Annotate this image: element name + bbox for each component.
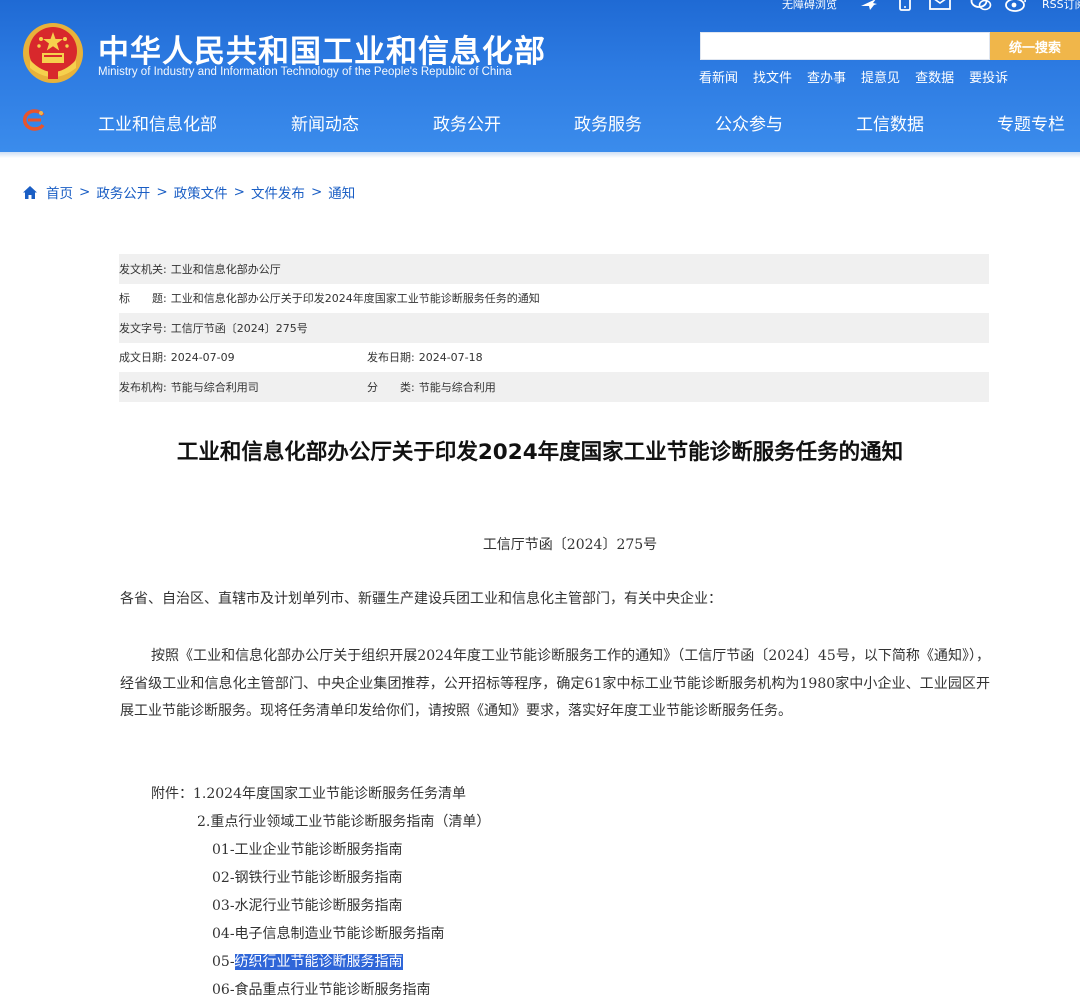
- meta-published-cell: 发布日期: 2024-07-18: [367, 349, 483, 365]
- document-meta-table: 发文机关: 工业和信息化部办公厅 标 题: 工业和信息化部办公厅关于印发2024…: [119, 254, 989, 402]
- mobile-icon[interactable]: [894, 0, 916, 14]
- article-doc-number: 工信厅节函〔2024〕275号: [482, 537, 658, 553]
- nav-item-news[interactable]: 新闻动态: [291, 110, 359, 135]
- site-title[interactable]: 中华人民共和国工业和信息化部: [98, 26, 546, 71]
- article-title: 工业和信息化部办公厅关于印发2024年度国家工业节能诊断服务任务的通知: [176, 440, 904, 465]
- attachment-1-link[interactable]: 1.2024年度国家工业节能诊断服务任务清单: [193, 786, 466, 802]
- national-emblem-logo[interactable]: [22, 22, 84, 84]
- meta-category: 节能与综合利用: [418, 380, 496, 394]
- site-header: 无障碍浏览 RSS订阅 中华人民共和国工业和信息化部 Ministry of I…: [0, 0, 1080, 152]
- guide-05-prefix: 05-: [212, 954, 235, 970]
- site-subtitle: Ministry of Industry and Information Tec…: [98, 66, 512, 78]
- article-paragraph: 按照《工业和信息化部办公厅关于组织开展2024年度工业节能诊断服务工作的通知》（…: [120, 648, 990, 719]
- mail-icon[interactable]: [929, 0, 951, 14]
- meta-org: 节能与综合利用司: [170, 380, 259, 394]
- meta-title: 工业和信息化部办公厅关于印发2024年度国家工业节能诊断服务任务的通知: [170, 292, 540, 306]
- breadcrumb-home[interactable]: 首页: [46, 182, 73, 202]
- breadcrumb-gov-affairs[interactable]: 政务公开: [96, 182, 150, 202]
- nav-item-public[interactable]: 公众参与: [715, 110, 783, 135]
- guide-03-link[interactable]: 03-水泥行业节能诊断服务指南: [212, 895, 403, 915]
- meta-category-cell: 分 类: 节能与综合利用: [367, 379, 496, 395]
- meta-label: 发布机构:: [119, 380, 167, 394]
- quick-link-news[interactable]: 看新闻: [699, 67, 738, 86]
- attachment-line-1: 附件：1.2024年度国家工业节能诊断服务任务清单: [151, 783, 466, 803]
- breadcrumb-doc-release[interactable]: 文件发布: [251, 182, 305, 202]
- breadcrumb-separator: >: [79, 184, 91, 200]
- quick-link-feedback[interactable]: 提意见: [861, 67, 900, 86]
- weibo-icon[interactable]: [1005, 0, 1027, 14]
- guide-06-link[interactable]: 06-食品重点行业节能诊断服务指南: [212, 979, 431, 996]
- article-salutation: 各省、自治区、直辖市及计划单列市、新疆生产建设兵团工业和信息化主管部门，有关中央…: [120, 591, 722, 607]
- meta-created-date: 2024-07-09: [170, 350, 235, 364]
- search-input[interactable]: [700, 32, 990, 60]
- rss-link[interactable]: RSS订阅: [1042, 0, 1080, 12]
- meta-row-docno: 发文字号: 工信厅节函〔2024〕275号: [119, 313, 989, 343]
- nav-item-gov-affairs[interactable]: 政务公开: [433, 110, 501, 135]
- unified-search-button[interactable]: 统一搜索: [990, 32, 1080, 60]
- meta-label: 标 题:: [119, 292, 167, 306]
- main-nav: 工业和信息化部 新闻动态 政务公开 政务服务 公众参与 工信数据 专题专栏: [0, 104, 1080, 138]
- plane-icon[interactable]: [858, 0, 880, 14]
- wechat-icon[interactable]: [970, 0, 992, 14]
- breadcrumb: 首页 > 政务公开 > 政策文件 > 文件发布 > 通知: [22, 182, 355, 202]
- breadcrumb-separator: >: [156, 184, 168, 200]
- guide-05-link-selected[interactable]: 纺织行业节能诊断服务指南: [234, 954, 403, 970]
- breadcrumb-separator: >: [310, 184, 323, 200]
- meta-row-dates: 成文日期: 2024-07-09 发布日期: 2024-07-18: [119, 343, 989, 373]
- nav-item-miit[interactable]: 工业和信息化部: [98, 110, 217, 135]
- nav-item-gov-services[interactable]: 政务服务: [574, 110, 642, 135]
- quick-link-files[interactable]: 找文件: [753, 67, 792, 86]
- meta-label: 分 类:: [367, 380, 415, 394]
- meta-issuer: 工业和信息化部办公厅: [170, 262, 281, 276]
- quick-link-services[interactable]: 查办事: [807, 67, 846, 86]
- header-divider: [0, 152, 1080, 158]
- meta-docno: 工信厅节函〔2024〕275号: [170, 321, 308, 335]
- meta-label: 发布日期:: [367, 351, 415, 365]
- home-icon[interactable]: [22, 185, 38, 200]
- nav-item-data[interactable]: 工信数据: [856, 110, 924, 135]
- meta-row-title: 标 题: 工业和信息化部办公厅关于印发2024年度国家工业节能诊断服务任务的通知: [119, 284, 989, 314]
- attachment-2-link[interactable]: 2.重点行业领域工业节能诊断服务指南（清单）: [197, 811, 490, 831]
- meta-label: 发文字号:: [119, 321, 167, 335]
- attachments-label: 附件：: [151, 786, 193, 802]
- meta-published-date: 2024-07-18: [418, 350, 483, 364]
- meta-row-issuer: 发文机关: 工业和信息化部办公厅: [119, 254, 989, 284]
- guide-02-link[interactable]: 02-钢铁行业节能诊断服务指南: [212, 867, 403, 887]
- breadcrumb-policy-docs[interactable]: 政策文件: [174, 182, 228, 202]
- quick-links: 看新闻 找文件 查办事 提意见 查数据 要投诉: [699, 67, 1023, 86]
- accessible-browsing-link[interactable]: 无障碍浏览: [782, 0, 837, 12]
- breadcrumb-separator: >: [233, 184, 245, 200]
- breadcrumb-notice[interactable]: 通知: [328, 182, 355, 202]
- meta-row-org: 发布机构: 节能与综合利用司 分 类: 节能与综合利用: [119, 372, 989, 402]
- quick-link-data[interactable]: 查数据: [915, 67, 954, 86]
- guide-05-line: 05-纺织行业节能诊断服务指南: [212, 951, 403, 971]
- quick-link-complaint[interactable]: 要投诉: [969, 67, 1008, 86]
- meta-label: 成文日期:: [119, 351, 167, 365]
- meta-label: 发文机关:: [119, 262, 167, 276]
- nav-item-topics[interactable]: 专题专栏: [997, 110, 1065, 135]
- guide-01-link[interactable]: 01-工业企业节能诊断服务指南: [212, 839, 403, 859]
- guide-04-link[interactable]: 04-电子信息制造业节能诊断服务指南: [212, 923, 445, 943]
